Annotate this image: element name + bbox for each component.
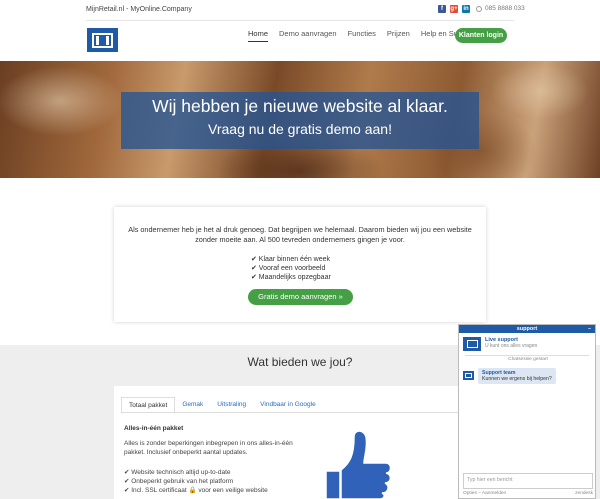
package-list: ✔ Website technisch altijd up-to-date ✔ … — [124, 468, 268, 495]
phone-number: 085 8888 033 — [485, 5, 525, 12]
demo-request-button[interactable]: Gratis demo aanvragen » — [248, 289, 353, 305]
chat-message: Support team Kunnen we ergens bij helpen… — [463, 368, 556, 384]
chat-widget: support – Live support U kunt ons alles … — [458, 324, 596, 499]
hero-subtitle: Vraag nu de gratis demo aan! — [208, 121, 392, 137]
chat-options-link[interactable]: Opties – Aanmelden — [463, 491, 506, 496]
facebook-icon[interactable]: f — [438, 5, 446, 13]
chat-header[interactable]: support – — [459, 325, 595, 333]
zendesk-logo[interactable]: zendesk — [575, 491, 593, 496]
social-links: f g+ in — [438, 5, 470, 13]
package-title: Alles-in-één pakket — [124, 425, 184, 432]
thumbs-up-icon — [325, 430, 392, 499]
message-bubble: Support team Kunnen we ergens bij helpen… — [478, 368, 556, 384]
list-item: ✔ Vooraf een voorbeeld — [251, 265, 326, 272]
list-item: ✔ Klaar binnen één week — [251, 256, 331, 263]
login-button[interactable]: Klanten login — [455, 28, 507, 43]
phone-contact[interactable]: 085 8888 033 — [476, 5, 525, 12]
minimize-icon[interactable]: – — [588, 325, 591, 333]
hero-title: Wij hebben je nieuwe website al klaar. — [152, 96, 448, 116]
site-logo[interactable] — [87, 28, 118, 52]
top-bar: MijnRetail.nl - MyOnline.Company f g+ in… — [0, 0, 600, 20]
phone-icon — [476, 5, 482, 12]
chat-footer: Opties – Aanmelden zendesk — [463, 491, 593, 496]
linkedin-icon[interactable]: in — [462, 5, 470, 13]
list-item: ✔ Website technisch altijd up-to-date — [124, 469, 231, 476]
nav-item-demo[interactable]: Demo aanvragen — [279, 29, 337, 42]
divider — [465, 355, 589, 356]
brand-text: MijnRetail.nl - MyOnline.Company — [86, 6, 192, 13]
intro-text: Als ondernemer heb je het al druk genoeg… — [128, 225, 472, 244]
list-item: ✔ Maandelijks opzegbaar — [251, 274, 331, 281]
chat-agent-info: Live support U kunt ons alles vragen — [463, 337, 537, 351]
tab-divider — [121, 412, 474, 413]
benefit-list: ✔ Klaar binnen één week ✔ Vooraf een voo… — [251, 255, 331, 282]
nav-item-functies[interactable]: Functies — [348, 29, 376, 42]
nav-item-home[interactable]: Home — [248, 29, 269, 42]
chat-message-input[interactable]: Typ hier een bericht — [463, 473, 593, 489]
package-description: Alles is zonder beperkingen inbegrepen i… — [124, 440, 293, 456]
agent-subtitle: U kunt ons alles vragen — [485, 343, 538, 349]
list-item: ✔ Incl. SSL certificaat 🔒 voor een veili… — [124, 487, 268, 494]
divider — [86, 20, 514, 21]
google-plus-icon[interactable]: g+ — [450, 5, 458, 13]
nav-item-prijzen[interactable]: Prijzen — [387, 29, 410, 42]
list-item: ✔ Onbeperkt gebruik van het platform — [124, 478, 234, 485]
main-nav: Home Demo aanvragen Functies Prijzen Hel… — [248, 29, 483, 42]
message-text: Kunnen we ergens bij helpen? — [482, 376, 552, 382]
avatar — [463, 371, 474, 380]
avatar — [463, 337, 481, 351]
chat-status: Chatsessie gestart — [508, 357, 548, 362]
